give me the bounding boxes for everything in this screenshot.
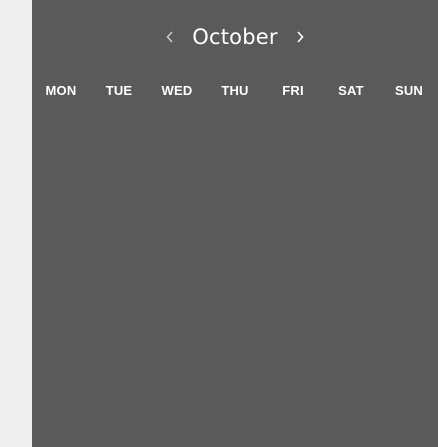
chevron-right-icon [296,31,304,43]
next-month-button[interactable] [292,25,308,49]
page: October MON TUE WED THU FRI SAT SUN [0,0,438,447]
weekday-header-row: MON TUE WED THU FRI SAT SUN [32,80,438,102]
weekday-label-tue: TUE [105,83,133,98]
weekday-label-mon: MON [45,83,77,98]
month-title: October [192,25,278,49]
weekday-label-fri: FRI [282,83,304,98]
weekday-label-thu: THU [221,83,249,98]
calendar-panel: October MON TUE WED THU FRI SAT SUN [32,0,438,447]
weekday-label-sun: SUN [394,83,424,98]
weekday-label-sat: SAT [338,83,364,98]
weekday-label-wed: WED [161,83,193,98]
chevron-left-icon [166,31,174,43]
previous-month-button[interactable] [162,25,178,49]
month-navigation: October [32,22,438,52]
days-grid [32,110,438,447]
